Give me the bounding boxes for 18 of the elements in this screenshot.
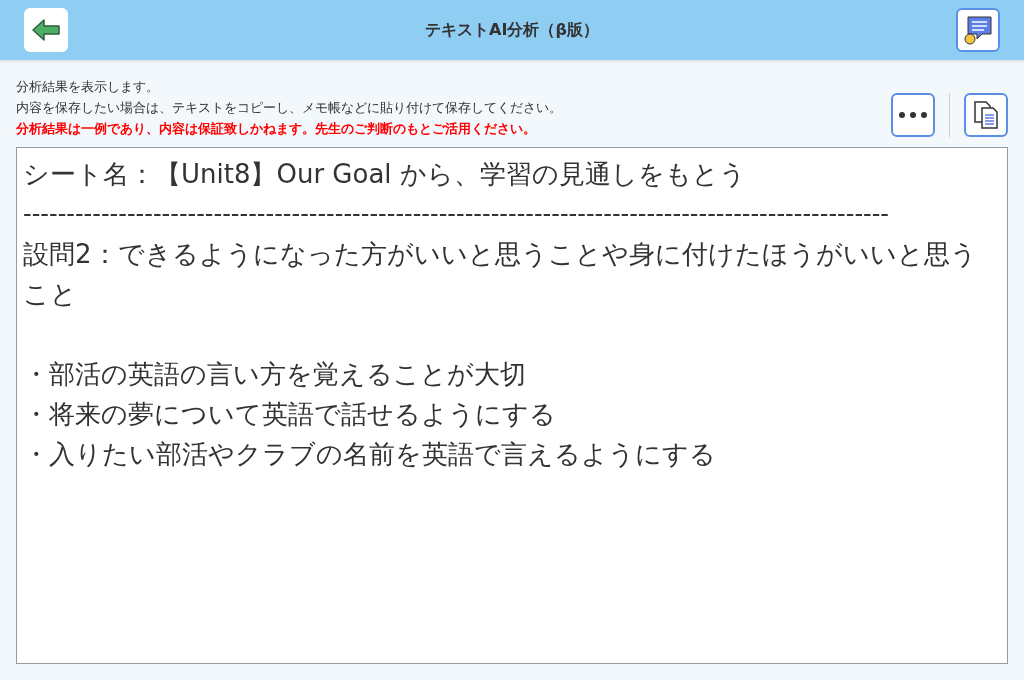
dashed-divider-text: ---------------------------------------------------------------------------------------------------- xyxy=(23,199,890,230)
bullet-item: ・部活の英語の言い方を覚えることが大切 xyxy=(23,358,527,391)
question-text: 設問2：できるようになった方がいいと思うことや身に付けたほうがいいと思うこと xyxy=(23,238,978,311)
bullet-item: ・入りたい部活やクラブの名前を英語で言えるようにする xyxy=(23,438,717,471)
more-button[interactable] xyxy=(891,93,935,137)
more-icon xyxy=(899,112,927,118)
back-button[interactable] xyxy=(24,8,68,52)
feedback-button[interactable] xyxy=(956,8,1000,52)
sheet-title-text: シート名：【Unit8】Our Goal から、学習の見通しをもとう xyxy=(23,158,747,191)
notice-text: 内容を保存したい場合は、テキストをコピーし、メモ帳などに貼り付けて保存してください。 xyxy=(16,99,562,116)
copy-icon xyxy=(972,100,1000,130)
window-title: テキストAI分析（β版） xyxy=(425,19,599,41)
warning-text: 分析結果は一例であり、内容は保証致しかねます。先生のご判断のもとご活用ください。 xyxy=(16,120,537,137)
copy-button[interactable] xyxy=(964,93,1008,137)
bullet-item: ・将来の夢について英語で話せるようにする xyxy=(23,398,557,431)
notice-text: 分析結果を表示します。 xyxy=(16,78,160,95)
speech-bubble-icon xyxy=(962,14,994,46)
arrow-left-icon xyxy=(31,18,61,42)
